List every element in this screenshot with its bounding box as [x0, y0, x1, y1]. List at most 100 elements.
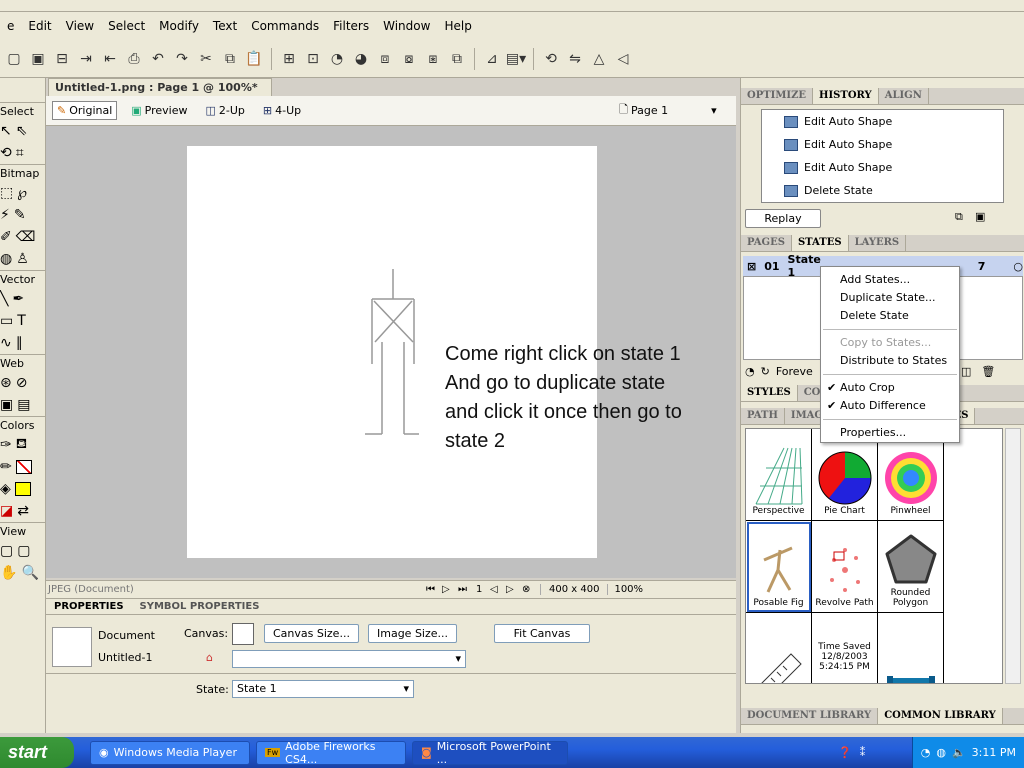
line-tool-icon[interactable]: ╲ [0, 291, 8, 307]
tab-document-library[interactable]: DOCUMENT LIBRARY [741, 708, 879, 724]
two-up-view-button[interactable]: ◫ 2-Up [202, 102, 249, 119]
image-size-button[interactable]: Image Size... [368, 624, 458, 643]
menu-item-auto-difference[interactable]: ✔ Auto Difference [821, 397, 959, 415]
join-icon[interactable]: ◔ [325, 47, 349, 71]
tab-common-library[interactable]: COMMON LIBRARY [878, 708, 1003, 724]
import-icon[interactable]: ⇥ [74, 47, 98, 71]
tab-align[interactable]: ALIGN [879, 88, 929, 104]
pencil-tool-icon[interactable]: ✐ [0, 229, 12, 245]
library-item-posable-fig[interactable]: Posable Fig [746, 521, 812, 613]
delete-state-icon[interactable]: 🗑 [981, 365, 995, 378]
split-icon[interactable]: ◕ [349, 47, 373, 71]
state-visibility-icon[interactable]: ○ [1013, 260, 1023, 273]
prev-frame-icon[interactable]: ◁ [490, 584, 506, 595]
slice-tool-icon[interactable]: ⊘ [16, 375, 28, 391]
help-icon[interactable]: ❓ [838, 746, 852, 759]
history-item[interactable]: Edit Auto Shape [762, 156, 1003, 179]
eyedropper-icon[interactable]: ✑ [0, 437, 12, 453]
cut-icon[interactable]: ✂ [194, 47, 218, 71]
menu-item-distribute-to-states[interactable]: Distribute to States [821, 352, 959, 370]
bring-front-icon[interactable]: ⧈ [373, 47, 397, 71]
history-item[interactable]: Delete State [762, 179, 1003, 202]
page-selector[interactable]: 🗋 Page 1 ▾ [615, 99, 721, 122]
save-steps-icon[interactable]: ▣ [975, 210, 985, 223]
no-stroke-icon[interactable]: ◪ [0, 503, 13, 519]
history-item[interactable]: Edit Auto Shape [762, 110, 1003, 133]
tab-pages[interactable]: PAGES [741, 235, 792, 251]
tab-path[interactable]: PATH [741, 408, 785, 424]
new-icon[interactable]: ▢ [2, 47, 26, 71]
menu-edit[interactable]: Edit [21, 19, 58, 33]
last-frame-icon[interactable]: ⏭ [458, 584, 476, 595]
export-icon[interactable]: ⇤ [98, 47, 122, 71]
tab-symbol-properties[interactable]: SYMBOL PROPERTIES [132, 599, 268, 614]
stroke-swatch[interactable] [15, 460, 32, 474]
open-icon[interactable]: ⊟ [50, 47, 74, 71]
tab-styles[interactable]: STYLES [741, 385, 798, 401]
onion-skin-icon[interactable]: ◔ [745, 365, 755, 378]
ungroup-icon[interactable]: ⊡ [301, 47, 325, 71]
gif-loop-icon[interactable]: ↻ [761, 365, 770, 378]
scale-tool-icon[interactable]: ⟲ [0, 145, 12, 161]
flip-horizontal-icon[interactable]: △ [587, 47, 611, 71]
hotspot-tool-icon[interactable]: ⊛ [0, 375, 12, 391]
taskbar-item-powerpoint[interactable]: ◙ Microsoft PowerPoint ... [412, 740, 568, 766]
blur-tool-icon[interactable]: ◍ [0, 251, 12, 267]
library-item-rounded-polygon[interactable]: Rounded Polygon [878, 521, 944, 613]
start-button[interactable]: start [0, 737, 74, 768]
stop-icon[interactable]: ⊗ [522, 584, 540, 595]
canvas-size-button[interactable]: Canvas Size... [264, 624, 359, 643]
flip-vertical-icon[interactable]: ◁ [611, 47, 635, 71]
pen-tool-icon[interactable]: ✒ [12, 291, 24, 307]
zoom-selector[interactable]: 100% [607, 584, 649, 595]
menu-commands[interactable]: Commands [244, 19, 326, 33]
paste-icon[interactable]: 📋 [242, 47, 266, 71]
subselect-tool-icon[interactable]: ⇖ [16, 123, 28, 139]
print-icon[interactable]: ⎙ [122, 47, 146, 71]
marquee-tool-icon[interactable]: ⬚ [0, 185, 13, 201]
tab-states[interactable]: STATES [791, 235, 849, 251]
lasso-tool-icon[interactable]: ℘ [17, 185, 27, 201]
document-tab[interactable]: Untitled-1.png : Page 1 @ 100%* × [48, 78, 272, 111]
redo-icon[interactable]: ↷ [170, 47, 194, 71]
loop-count[interactable]: Foreve [776, 365, 813, 378]
tray-security-icon[interactable]: ◍ [936, 746, 946, 759]
rectangle-tool-icon[interactable]: ▭ [0, 313, 13, 329]
send-back-icon[interactable]: ⧉ [445, 47, 469, 71]
pointer-tool-icon[interactable]: ↖ [0, 123, 12, 139]
menu-filters[interactable]: Filters [326, 19, 376, 33]
menu-window[interactable]: Window [376, 19, 437, 33]
taskbar-item-media-player[interactable]: ◉ Windows Media Player [90, 740, 250, 765]
menu-item-auto-crop[interactable]: ✔ Auto Crop [821, 379, 959, 397]
align-left-icon[interactable]: ▤▾ [504, 47, 528, 71]
tab-optimize[interactable]: OPTIMIZE [741, 88, 814, 104]
fill-swatch[interactable] [14, 482, 31, 496]
tab-properties[interactable]: PROPERTIES [46, 599, 132, 614]
tab-history[interactable]: HISTORY [813, 88, 879, 104]
library-scrollbar[interactable] [1005, 428, 1021, 684]
replay-button[interactable]: Replay [745, 209, 821, 228]
tray-volume-icon[interactable]: 🔈 [952, 746, 966, 759]
bring-forward-icon[interactable]: ⧇ [397, 47, 421, 71]
tray-network-icon[interactable]: ◔ [921, 746, 931, 759]
hand-tool-icon[interactable]: ✋ [0, 565, 17, 581]
flip-icon[interactable]: ⇋ [563, 47, 587, 71]
menu-view[interactable]: View [59, 19, 101, 33]
canvas-color-swatch[interactable] [232, 623, 254, 645]
show-slices-icon[interactable]: ▤ [17, 397, 30, 413]
rotate-icon[interactable]: ⟲ [539, 47, 563, 71]
hide-slices-icon[interactable]: ▣ [0, 397, 13, 413]
next-frame-icon[interactable]: ▷ [506, 584, 522, 595]
standard-mode-icon[interactable]: ▢ [0, 543, 13, 559]
swap-colors-icon[interactable]: ⇄ [17, 503, 29, 519]
fill-color-icon[interactable]: ◈ [0, 481, 11, 497]
stroke-color-icon[interactable]: ✏ [0, 459, 12, 475]
canvas-color-dropdown[interactable]: ▾ [232, 650, 466, 668]
library-item-ruler[interactable] [746, 613, 812, 683]
group-icon[interactable]: ⊞ [277, 47, 301, 71]
taskbar-item-fireworks[interactable]: Fw Adobe Fireworks CS4... [256, 740, 406, 766]
magic-wand-icon[interactable]: ⚡ [0, 207, 10, 223]
send-backward-icon[interactable]: ⧆ [421, 47, 445, 71]
library-item-time-saved[interactable]: Time Saved 12/8/2003 5:24:15 PM [812, 613, 878, 683]
menu-item-add-states[interactable]: Add States... [821, 271, 959, 289]
